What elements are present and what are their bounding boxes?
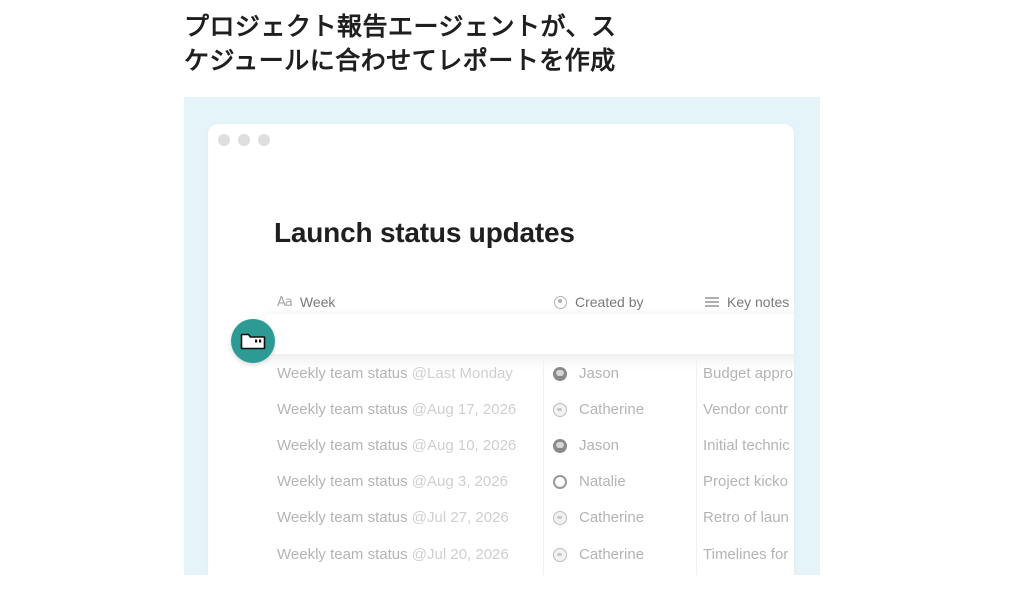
creator-name: Jason (579, 437, 620, 454)
window-minimize-dot[interactable] (238, 134, 250, 146)
key-notes-cell: Budget appro (703, 365, 794, 382)
avatar (553, 402, 567, 417)
creator-name: Natalie (579, 473, 626, 490)
key-notes-cell: Project kicko (703, 473, 789, 490)
date-mention: @Jul 20, 2026 (411, 546, 509, 563)
new-row-highlight[interactable] (266, 314, 794, 354)
table-row[interactable]: Weekly team status @Aug 10, 2026 Jason Ini… (208, 428, 794, 464)
folder-icon (240, 333, 266, 350)
avatar (553, 366, 567, 381)
text-property-icon: Aa (277, 294, 293, 310)
week-title: Weekly team status (277, 546, 408, 563)
week-cell: Weekly team status @Last Monday (277, 365, 513, 382)
column-header-label: Created by (575, 294, 644, 310)
illustration-panel: Launch status updates Aa Week Created by… (184, 97, 820, 575)
avatar (553, 438, 567, 453)
date-mention: @Aug 3, 2026 (411, 473, 508, 490)
column-header-label: Week (299, 294, 336, 310)
headline: プロジェクト報告エージェントが、ス ケジュールに合わせてレポートを作成 (184, 10, 704, 78)
column-header-created-by[interactable]: Created by (554, 290, 643, 314)
table-row[interactable]: Weekly team status @Aug 3, 2026 Natalie Pr… (208, 464, 794, 500)
key-notes-cell: Timelines for (703, 546, 789, 563)
key-notes-cell: Initial technic (703, 437, 790, 454)
week-title: Weekly team status (277, 401, 408, 418)
headline-line-1: プロジェクト報告エージェントが、ス (184, 12, 617, 41)
week-cell: Weekly team status @Aug 17, 2026 (277, 401, 516, 418)
week-title: Weekly team status (277, 473, 408, 490)
table-row[interactable]: Weekly team status @Jul 27, 2026 Catherin… (208, 500, 794, 536)
app-window: Launch status updates Aa Week Created by… (208, 124, 794, 575)
week-title: Weekly team status (277, 509, 408, 526)
person-property-icon (554, 295, 567, 309)
avatar (553, 510, 567, 525)
created-by-cell: Catherine (553, 401, 644, 418)
created-by-cell: Natalie (553, 473, 626, 490)
agent-badge[interactable] (231, 319, 275, 363)
list-property-icon (705, 297, 719, 307)
creator-name: Jason (579, 365, 620, 382)
week-cell: Weekly team status @Jul 27, 2026 (277, 509, 509, 526)
created-by-cell: Jason (553, 365, 619, 382)
date-mention: @Aug 10, 2026 (411, 437, 517, 454)
week-cell: Weekly team status @Aug 3, 2026 (277, 473, 508, 490)
created-by-cell: Catherine (553, 509, 644, 526)
window-controls (218, 134, 278, 153)
column-header-week[interactable]: Aa Week (277, 290, 335, 314)
window-close-dot[interactable] (218, 134, 230, 146)
key-notes-cell: Retro of laun (703, 509, 789, 526)
avatar (553, 474, 567, 489)
creator-name: Catherine (579, 546, 645, 563)
week-title: Weekly team status (277, 437, 408, 454)
page-title: Launch status updates (274, 217, 575, 248)
creator-name: Catherine (579, 401, 645, 418)
headline-line-2: ケジュールに合わせてレポートを作成 (184, 46, 616, 75)
avatar (553, 547, 567, 562)
creator-name: Catherine (579, 509, 645, 526)
date-mention: @Last Monday (411, 365, 513, 382)
week-title: Weekly team status (277, 365, 408, 382)
column-header-label: Key notes (727, 294, 790, 310)
week-cell: Weekly team status @Aug 10, 2026 (277, 437, 516, 454)
table-row[interactable]: Weekly team status @Last Monday Jason Budg… (208, 356, 794, 392)
table-row[interactable]: Weekly team status @Aug 17, 2026 Catherin… (208, 392, 794, 428)
key-notes-cell: Vendor contr (703, 401, 789, 418)
created-by-cell: Catherine (553, 546, 644, 563)
table-row[interactable]: Weekly team status @Jul 20, 2026 Catherin… (208, 537, 794, 573)
date-mention: @Aug 17, 2026 (411, 401, 517, 418)
created-by-cell: Jason (553, 437, 619, 454)
date-mention: @Jul 27, 2026 (411, 509, 509, 526)
window-maximize-dot[interactable] (258, 134, 270, 146)
week-cell: Weekly team status @Jul 20, 2026 (277, 546, 509, 563)
column-header-key-notes[interactable]: Key notes (705, 290, 789, 314)
